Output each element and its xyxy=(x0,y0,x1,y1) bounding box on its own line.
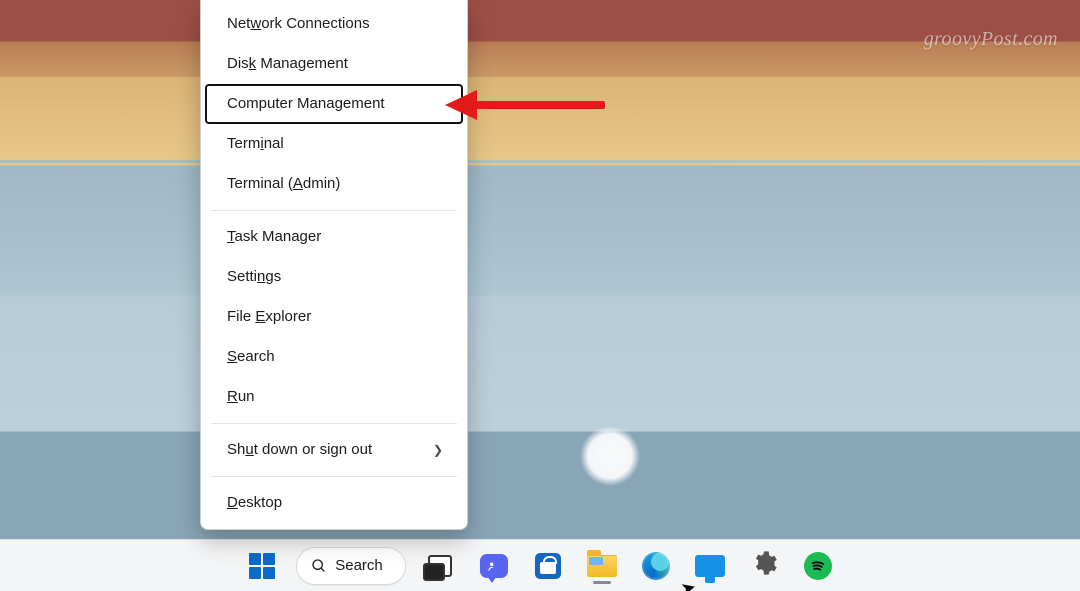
taskbar-app-monitor[interactable] xyxy=(690,546,730,586)
task-view-button[interactable] xyxy=(420,546,460,586)
taskbar: Search xyxy=(0,539,1080,591)
search-icon xyxy=(311,558,327,574)
menu-item-label: Disk Management xyxy=(227,54,348,74)
file-explorer-icon xyxy=(587,555,617,577)
menu-item-settings[interactable]: Settings xyxy=(205,257,463,297)
menu-item-shutdown[interactable]: Shut down or sign out ❯ xyxy=(205,430,463,470)
menu-item-label: Run xyxy=(227,387,255,407)
menu-item-label: Task Manager xyxy=(227,227,321,247)
taskbar-app-store[interactable] xyxy=(528,546,568,586)
taskbar-app-file-explorer[interactable] xyxy=(582,546,622,586)
chevron-right-icon: ❯ xyxy=(433,440,443,460)
menu-item-label: Terminal xyxy=(227,134,284,154)
menu-item-label: Terminal (Admin) xyxy=(227,174,340,194)
menu-item-label: Search xyxy=(227,347,275,367)
watermark-text: groovyPost.com xyxy=(924,28,1058,51)
edge-icon xyxy=(642,552,670,580)
menu-item-network-connections[interactable]: Network Connections xyxy=(205,4,463,44)
taskbar-search-label: Search xyxy=(335,557,383,574)
chat-icon xyxy=(480,554,508,578)
annotation-arrow xyxy=(445,90,605,120)
desktop-wallpaper xyxy=(0,0,1080,591)
taskbar-app-edge[interactable] xyxy=(636,546,676,586)
menu-item-label: Computer Management xyxy=(227,94,385,114)
menu-item-label: File Explorer xyxy=(227,307,311,327)
menu-item-computer-management[interactable]: Computer Management xyxy=(205,84,463,124)
gear-icon xyxy=(750,549,778,582)
menu-item-disk-management[interactable]: Disk Management xyxy=(205,44,463,84)
start-button[interactable] xyxy=(242,546,282,586)
menu-item-terminal[interactable]: Terminal xyxy=(205,124,463,164)
menu-item-label: Settings xyxy=(227,267,281,287)
menu-item-label: Desktop xyxy=(227,493,282,513)
menu-item-file-explorer[interactable]: File Explorer xyxy=(205,297,463,337)
menu-item-run[interactable]: Run xyxy=(205,377,463,417)
menu-item-label: Network Connections xyxy=(227,14,370,34)
menu-separator xyxy=(211,423,457,424)
windows-logo-icon xyxy=(249,553,275,579)
menu-item-label: Shut down or sign out xyxy=(227,440,372,460)
spotify-icon xyxy=(804,552,832,580)
menu-item-terminal-admin[interactable]: Terminal (Admin) xyxy=(205,164,463,204)
menu-item-search[interactable]: Search xyxy=(205,337,463,377)
taskbar-search[interactable]: Search xyxy=(296,547,406,585)
monitor-icon xyxy=(695,555,725,577)
menu-separator xyxy=(211,210,457,211)
menu-item-desktop[interactable]: Desktop xyxy=(205,483,463,523)
taskbar-app-spotify[interactable] xyxy=(798,546,838,586)
winx-context-menu: Network Connections Disk Management Comp… xyxy=(200,0,468,530)
taskbar-app-chat[interactable] xyxy=(474,546,514,586)
microsoft-store-icon xyxy=(535,553,561,579)
task-view-icon xyxy=(428,555,452,577)
taskbar-app-settings[interactable] xyxy=(744,546,784,586)
menu-item-task-manager[interactable]: Task Manager xyxy=(205,217,463,257)
menu-separator xyxy=(211,476,457,477)
